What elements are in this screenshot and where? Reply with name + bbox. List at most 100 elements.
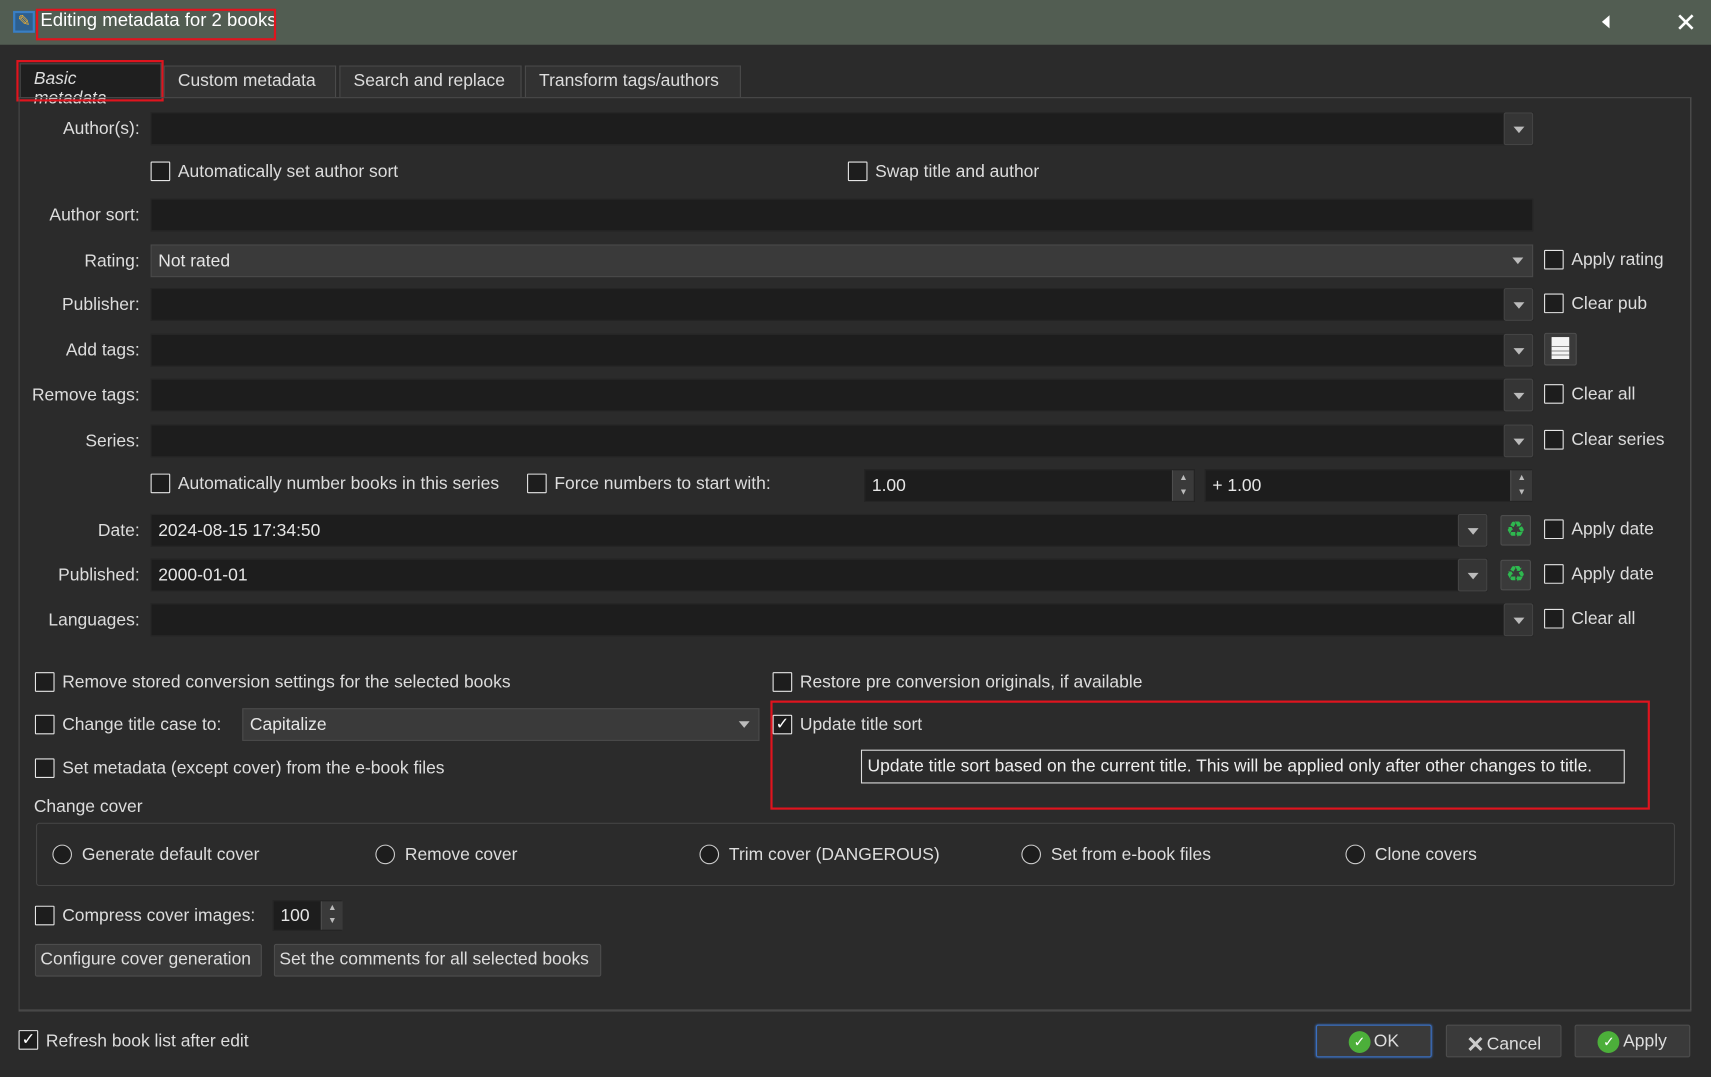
date-reset-button[interactable]: ♻ [1500, 515, 1531, 546]
published-input[interactable]: 2000-01-01 [150, 558, 1488, 592]
close-icon[interactable]: ✕ [1675, 8, 1697, 40]
series-clear-checkbox[interactable] [1544, 429, 1564, 450]
recycle-icon: ♻ [1505, 518, 1526, 543]
tab-custom-metadata[interactable]: Custom metadata [163, 65, 337, 98]
highlight-box [16, 60, 164, 102]
series-dropdown-button[interactable] [1503, 424, 1534, 458]
remove-conversion-label: Remove stored conversion settings for th… [62, 673, 511, 692]
languages-clear-label: Clear all [1571, 609, 1636, 629]
configure-cover-generation-button[interactable]: Configure cover generation [34, 943, 262, 977]
set-metadata-from-files-label: Set metadata (except cover) from the e-b… [62, 759, 445, 779]
remove-tags-dropdown-button[interactable] [1503, 378, 1534, 412]
restore-originals-checkbox[interactable] [772, 672, 793, 692]
date-apply-checkbox[interactable] [1544, 519, 1564, 540]
cover-radio-label-1: Remove cover [404, 845, 518, 865]
rating-apply-checkbox[interactable] [1544, 249, 1564, 270]
publisher-dropdown-button[interactable] [1503, 288, 1534, 321]
cancel-button[interactable]: ✕ Cancel [1445, 1024, 1562, 1058]
divider [18, 1010, 1692, 1012]
cancel-label: Cancel [1486, 1035, 1542, 1054]
rating-apply-label: Apply rating [1571, 250, 1664, 270]
languages-input[interactable] [150, 603, 1534, 637]
rating-input[interactable]: Not rated [150, 244, 1534, 278]
tag-list-icon [1551, 337, 1570, 360]
date-input[interactable]: 2024-08-15 17:34:50 [150, 513, 1488, 547]
collapse-icon[interactable] [1601, 15, 1610, 29]
series-increment-stepper[interactable]: ▲ ▼ [1510, 470, 1533, 501]
published-label: Published: [58, 566, 140, 585]
publisher-label: Publisher: [62, 295, 140, 315]
series-increment-spinbox[interactable]: + 1.00 [1204, 469, 1533, 502]
ok-button[interactable]: ✓ OK [1315, 1024, 1432, 1058]
compress-cover-label: Compress cover images: [62, 906, 256, 926]
series-start-spinbox[interactable]: 1.00 [864, 469, 1195, 502]
tab-search-replace[interactable]: Search and replace [339, 65, 522, 98]
change-title-case-label: Change title case to: [62, 715, 222, 735]
set-metadata-from-files-checkbox[interactable] [34, 758, 55, 779]
cover-radio-4[interactable] [1345, 844, 1366, 865]
check-icon: ✓ [1348, 1031, 1371, 1054]
remove-tags-input[interactable] [150, 378, 1534, 412]
title-case-select[interactable]: Capitalize [242, 708, 760, 741]
authors-label: Author(s): [63, 120, 140, 139]
published-apply-label: Apply date [1571, 565, 1654, 584]
series-clear-label: Clear series [1571, 431, 1665, 450]
cover-radio-label-3: Set from e-book files [1050, 845, 1211, 865]
add-tags-input[interactable] [150, 333, 1534, 367]
series-input[interactable] [150, 424, 1534, 458]
cover-radio-1[interactable] [375, 844, 396, 865]
remove-tags-clear-checkbox[interactable] [1544, 384, 1564, 404]
series-start-stepper[interactable]: ▲ ▼ [1171, 470, 1194, 501]
languages-label: Languages: [48, 611, 140, 630]
remove-tags-label: Remove tags: [31, 386, 140, 405]
swap-title-author-label: Swap title and author [875, 162, 1040, 182]
chevron-down-icon [738, 721, 750, 728]
change-cover-label: Change cover [33, 797, 143, 817]
compress-cover-checkbox[interactable] [34, 905, 55, 926]
rating-label: Rating: [84, 252, 140, 271]
compress-quality-stepper[interactable]: ▲ ▼ [320, 901, 343, 930]
force-numbers-label: Force numbers to start with: [554, 474, 771, 494]
rating-dropdown-button[interactable] [1504, 244, 1533, 277]
published-apply-checkbox[interactable] [1544, 564, 1564, 584]
add-tags-dropdown-button[interactable] [1503, 333, 1534, 367]
published-dropdown-button[interactable] [1457, 558, 1488, 592]
cover-radio-3[interactable] [1021, 844, 1042, 865]
swap-title-author-checkbox[interactable] [847, 161, 868, 182]
ok-label: OK [1373, 1032, 1399, 1052]
cover-radio-2[interactable] [699, 844, 720, 865]
auto-author-sort-checkbox[interactable] [150, 161, 171, 182]
x-icon: ✕ [1466, 1033, 1485, 1058]
refresh-book-list-checkbox[interactable]: ✓ [18, 1030, 39, 1050]
tab-transform-tags[interactable]: Transform tags/authors [524, 65, 741, 98]
author-sort-input[interactable] [150, 198, 1534, 232]
date-apply-label: Apply date [1571, 520, 1654, 540]
change-title-case-checkbox[interactable] [34, 714, 55, 735]
auto-number-checkbox[interactable] [150, 473, 171, 494]
publisher-clear-checkbox[interactable] [1544, 293, 1564, 314]
check-icon: ✓ [1598, 1031, 1620, 1054]
remove-conversion-checkbox[interactable] [34, 672, 55, 692]
authors-dropdown-button[interactable] [1503, 112, 1534, 146]
languages-clear-checkbox[interactable] [1544, 608, 1564, 629]
edit-metadata-dialog: ✎ Editing metadata for 2 books ✕ Basic m… [0, 0, 1711, 1077]
apply-label: Apply [1623, 1032, 1667, 1052]
languages-dropdown-button[interactable] [1503, 603, 1534, 637]
highlight-box [36, 8, 277, 41]
publisher-input[interactable] [150, 288, 1534, 321]
date-dropdown-button[interactable] [1457, 513, 1488, 547]
auto-number-label: Automatically number books in this serie… [177, 474, 500, 494]
date-label: Date: [97, 521, 140, 541]
remove-tags-clear-label: Clear all [1571, 385, 1636, 404]
add-tags-label: Add tags: [65, 341, 140, 361]
set-comments-button[interactable]: Set the comments for all selected books [273, 943, 602, 977]
cover-radio-0[interactable] [52, 844, 73, 865]
force-numbers-checkbox[interactable] [527, 473, 547, 494]
published-reset-button[interactable]: ♻ [1500, 559, 1531, 591]
restore-originals-label: Restore pre conversion originals, if ava… [799, 673, 1143, 692]
tag-editor-button[interactable] [1544, 332, 1577, 366]
authors-input[interactable] [150, 112, 1534, 146]
publisher-clear-label: Clear pub [1571, 294, 1648, 314]
apply-button[interactable]: ✓ Apply [1574, 1024, 1691, 1058]
cover-radio-label-0: Generate default cover [81, 845, 260, 865]
